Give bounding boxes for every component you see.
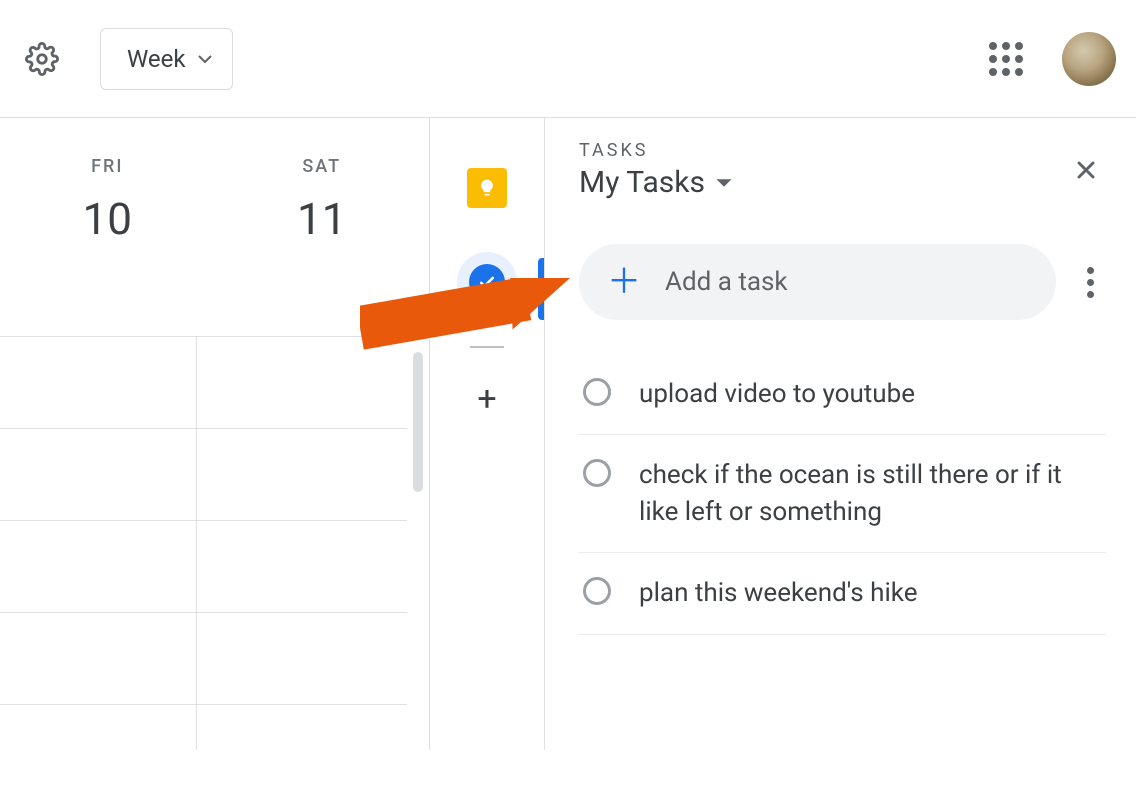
keep-icon (467, 168, 507, 208)
day-column-sat[interactable]: SAT 11 (215, 118, 430, 274)
more-options-button[interactable] (1074, 267, 1106, 298)
task-item[interactable]: check if the ocean is still there or if … (579, 435, 1106, 553)
tasks-app-button[interactable] (457, 252, 517, 312)
task-list: upload video to youtube check if the oce… (579, 354, 1106, 635)
day-name: FRI (0, 156, 215, 177)
top-toolbar: Week (0, 0, 1136, 118)
task-list-name: My Tasks (579, 165, 705, 200)
add-addon-button[interactable]: + (477, 382, 496, 416)
close-icon (1072, 156, 1100, 184)
keep-app-button[interactable] (457, 158, 517, 218)
add-task-button[interactable]: ＋ Add a task (579, 244, 1056, 320)
google-apps-button[interactable] (984, 37, 1028, 81)
caret-down-icon (198, 55, 212, 63)
task-item[interactable]: upload video to youtube (579, 354, 1106, 435)
account-avatar[interactable] (1062, 32, 1116, 86)
scrollbar[interactable] (413, 352, 423, 492)
close-panel-button[interactable] (1066, 150, 1106, 190)
day-number: 10 (0, 193, 215, 245)
add-task-label: Add a task (665, 267, 788, 297)
day-number: 11 (215, 193, 430, 245)
tasks-panel: TASKS My Tasks ＋ Add a task uplo (544, 118, 1136, 750)
task-item[interactable]: plan this weekend's hike (579, 553, 1106, 634)
plus-icon: ＋ (607, 265, 641, 299)
calendar-grid: FRI 10 SAT 11 (0, 118, 430, 750)
view-selector[interactable]: Week (100, 28, 233, 90)
panel-section-label: TASKS (579, 140, 733, 161)
tasks-icon (469, 264, 505, 300)
task-complete-radio[interactable] (583, 378, 611, 406)
task-complete-radio[interactable] (583, 459, 611, 487)
side-rail: + (430, 118, 544, 750)
time-grid[interactable] (0, 336, 407, 750)
task-text: upload video to youtube (639, 376, 915, 412)
day-name: SAT (215, 156, 430, 177)
main-area: FRI 10 SAT 11 (0, 118, 1136, 750)
task-text: plan this weekend's hike (639, 575, 917, 611)
caret-down-icon (715, 178, 733, 188)
day-column-fri[interactable]: FRI 10 (0, 118, 215, 274)
task-list-selector[interactable]: My Tasks (579, 165, 733, 200)
settings-button[interactable] (20, 37, 64, 81)
rail-divider (470, 346, 504, 348)
task-text: check if the ocean is still there or if … (639, 457, 1102, 530)
gear-icon (25, 42, 59, 76)
task-complete-radio[interactable] (583, 577, 611, 605)
view-selector-label: Week (127, 45, 186, 73)
